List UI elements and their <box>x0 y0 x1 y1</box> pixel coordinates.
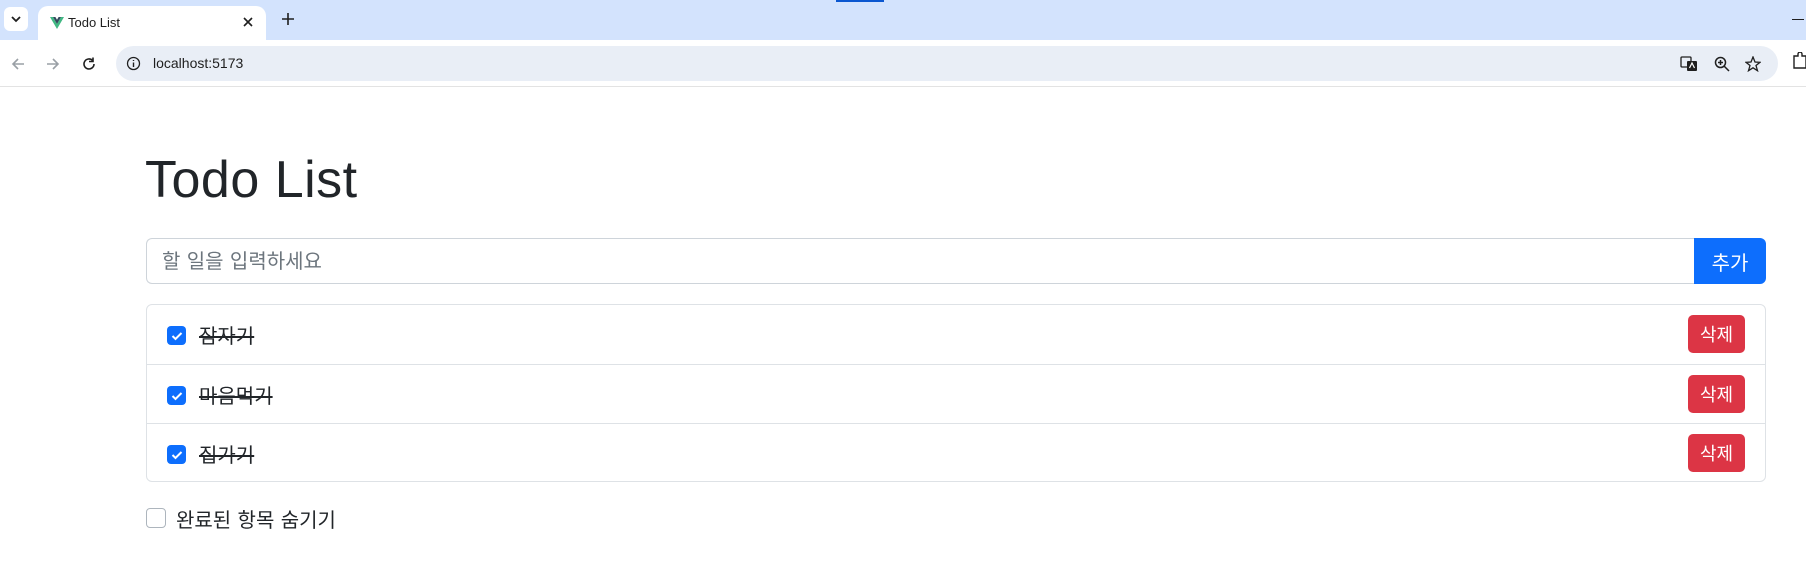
vue-logo-icon <box>50 14 64 33</box>
completed-checkbox[interactable] <box>167 326 186 345</box>
list-item: 잠자기 삭제 <box>147 305 1765 364</box>
plus-icon[interactable] <box>278 9 298 29</box>
delete-button[interactable]: 삭제 <box>1688 315 1745 353</box>
delete-button[interactable]: 삭제 <box>1688 375 1745 413</box>
forward-icon[interactable] <box>39 50 67 78</box>
back-icon[interactable] <box>4 50 32 78</box>
list-item: 집가기 삭제 <box>147 423 1765 482</box>
todo-text: 집가기 <box>199 443 255 467</box>
hide-completed-label[interactable]: 완료된 항목 숨기기 <box>176 504 336 533</box>
list-item: 마음먹기 삭제 <box>147 364 1765 423</box>
todo-list: 잠자기 삭제 마음먹기 삭제 집가기 삭제 <box>146 304 1766 482</box>
translate-icon[interactable] <box>1679 54 1699 74</box>
browser-tab-bar: Todo List <box>0 0 1806 40</box>
browser-toolbar: localhost:5173 <box>0 40 1806 87</box>
tab-list-button[interactable] <box>4 7 28 31</box>
page-content: Todo List 추가 잠자기 삭제 마음먹기 삭제 집가기 삭제 완료된 항… <box>0 88 1806 588</box>
chevron-down-icon <box>11 16 21 23</box>
zoom-icon[interactable] <box>1712 54 1732 74</box>
star-icon[interactable] <box>1743 54 1763 74</box>
page-title: Todo List <box>145 151 358 209</box>
todo-text: 마음먹기 <box>199 384 273 408</box>
extensions-icon[interactable] <box>1792 51 1806 74</box>
todo-input[interactable] <box>146 238 1694 284</box>
hide-completed-checkbox[interactable] <box>146 508 166 528</box>
close-icon[interactable] <box>238 12 258 32</box>
minimize-icon[interactable] <box>1792 19 1804 20</box>
reload-icon[interactable] <box>75 50 103 78</box>
tab-strip-indicator <box>836 0 884 2</box>
delete-button[interactable]: 삭제 <box>1688 434 1745 472</box>
add-button[interactable]: 추가 <box>1694 238 1766 284</box>
completed-checkbox[interactable] <box>167 445 186 464</box>
browser-tab[interactable]: Todo List <box>38 6 266 40</box>
tab-title: Todo List <box>68 15 121 30</box>
address-bar[interactable]: localhost:5173 <box>116 46 1778 81</box>
todo-text: 잠자기 <box>199 324 255 348</box>
url-text: localhost:5173 <box>153 55 244 71</box>
completed-checkbox[interactable] <box>167 386 186 405</box>
info-icon[interactable] <box>126 56 141 75</box>
